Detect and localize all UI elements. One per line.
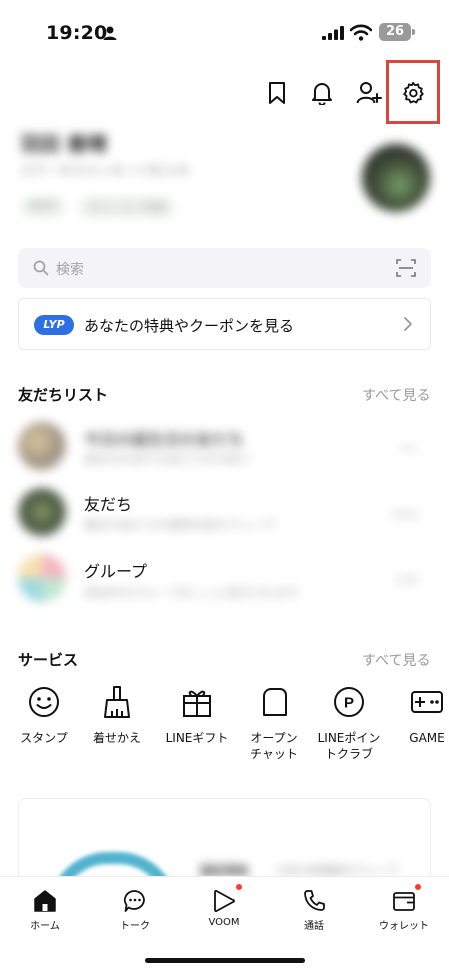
add-friend-button[interactable] bbox=[354, 78, 384, 108]
groups-avatar bbox=[18, 554, 66, 602]
services-section-title: サービス bbox=[18, 651, 79, 669]
list-item-title: 友だち bbox=[84, 495, 133, 514]
list-item-title: グループ bbox=[84, 562, 148, 581]
lyp-logo: LYP bbox=[34, 315, 74, 335]
tab-voom[interactable]: VOOM bbox=[189, 888, 259, 928]
service-label: LINEギフト bbox=[165, 731, 229, 745]
friends-see-all-link[interactable]: すべて見る bbox=[362, 385, 430, 405]
points-icon: P bbox=[334, 687, 364, 717]
search-icon bbox=[33, 260, 49, 276]
wifi-icon bbox=[350, 24, 372, 41]
service-label: GAME bbox=[409, 731, 445, 745]
battery-tip bbox=[412, 29, 415, 35]
voom-icon bbox=[214, 889, 235, 913]
tab-label: トーク bbox=[120, 921, 150, 932]
friends-section-title: 友だちリスト bbox=[18, 386, 109, 404]
services-see-all-link[interactable]: すべて見る bbox=[362, 650, 430, 670]
service-label: 着せかえ bbox=[92, 731, 141, 745]
list-item-title: 今日の誕生日の友だち bbox=[84, 430, 245, 449]
friends-avatar bbox=[18, 488, 66, 536]
list-item-meta: 3人 bbox=[400, 442, 418, 455]
tab-wallet[interactable]: ウォレット bbox=[369, 888, 439, 932]
battery-indicator: 26 bbox=[379, 23, 411, 41]
tab-label: ホーム bbox=[30, 921, 60, 932]
status-time: 19:20 bbox=[46, 22, 108, 44]
notifications-button[interactable] bbox=[307, 78, 337, 108]
service-points[interactable]: P LINEポイン トクラブ bbox=[316, 684, 382, 762]
smiley-icon bbox=[29, 687, 59, 717]
birthday-avatar bbox=[18, 422, 66, 470]
cellular-signal-icon bbox=[322, 26, 344, 40]
open-chat-icon bbox=[263, 688, 287, 716]
list-item-subtitle: 参加中のグループがここに表示されます bbox=[84, 586, 300, 600]
add-friend-icon bbox=[356, 82, 382, 104]
service-label: オープン チャット bbox=[250, 731, 298, 761]
list-item-meta: 100人 bbox=[390, 508, 422, 521]
voom-notification-dot bbox=[236, 884, 242, 890]
bookmark-button[interactable] bbox=[262, 78, 292, 108]
bookmark-icon bbox=[269, 82, 285, 104]
tab-talk[interactable]: トーク bbox=[100, 888, 170, 932]
service-gift[interactable]: LINEギフト bbox=[164, 684, 230, 746]
profile-status-message[interactable]: ステータスメッセージを入力 bbox=[20, 160, 189, 179]
svg-text:P: P bbox=[344, 695, 354, 712]
service-stamp[interactable]: スタンプ bbox=[11, 684, 77, 746]
home-icon bbox=[34, 890, 56, 912]
bell-icon bbox=[312, 83, 332, 105]
wallet-icon bbox=[393, 892, 415, 911]
service-game[interactable]: GAME bbox=[394, 684, 449, 746]
service-label: スタンプ bbox=[20, 731, 68, 745]
profile-tag[interactable]: ストーリー作成 bbox=[78, 196, 175, 218]
list-item-subtitle: 最近の友だちの更新内容をチェック bbox=[84, 518, 277, 532]
tab-label: VOOM bbox=[208, 917, 240, 928]
banner-text: あなたの特典やクーポンを見る bbox=[84, 317, 295, 335]
chevron-right-icon bbox=[404, 317, 412, 331]
list-item-meta: 12件 bbox=[394, 574, 419, 587]
service-openchat[interactable]: オープン チャット bbox=[241, 684, 307, 762]
service-label: LINEポイン トクラブ bbox=[317, 731, 381, 761]
person-icon bbox=[103, 26, 117, 40]
phone-icon bbox=[304, 890, 325, 911]
brush-icon bbox=[104, 686, 130, 718]
tab-home[interactable]: ホーム bbox=[10, 888, 80, 932]
search-placeholder[interactable]: 検索 bbox=[56, 259, 84, 279]
profile-name[interactable]: 羽田 善晴 bbox=[20, 128, 107, 157]
chat-icon bbox=[123, 890, 145, 912]
settings-highlight-box bbox=[386, 60, 440, 124]
tab-label: ウォレット bbox=[379, 921, 429, 932]
profile-avatar[interactable] bbox=[362, 144, 430, 212]
gamepad-icon bbox=[411, 691, 443, 713]
tab-label: 通話 bbox=[304, 921, 324, 932]
profile-tag[interactable]: BGM bbox=[20, 196, 66, 218]
service-theme[interactable]: 着せかえ bbox=[84, 684, 150, 746]
gift-icon bbox=[183, 690, 211, 717]
wallet-notification-dot bbox=[415, 884, 421, 890]
tab-calls[interactable]: 通話 bbox=[279, 888, 349, 932]
qr-scan-icon[interactable] bbox=[396, 258, 416, 278]
home-indicator[interactable] bbox=[145, 958, 305, 963]
list-item-subtitle: 誕生日を迎える友だちをお祝い bbox=[84, 452, 252, 466]
